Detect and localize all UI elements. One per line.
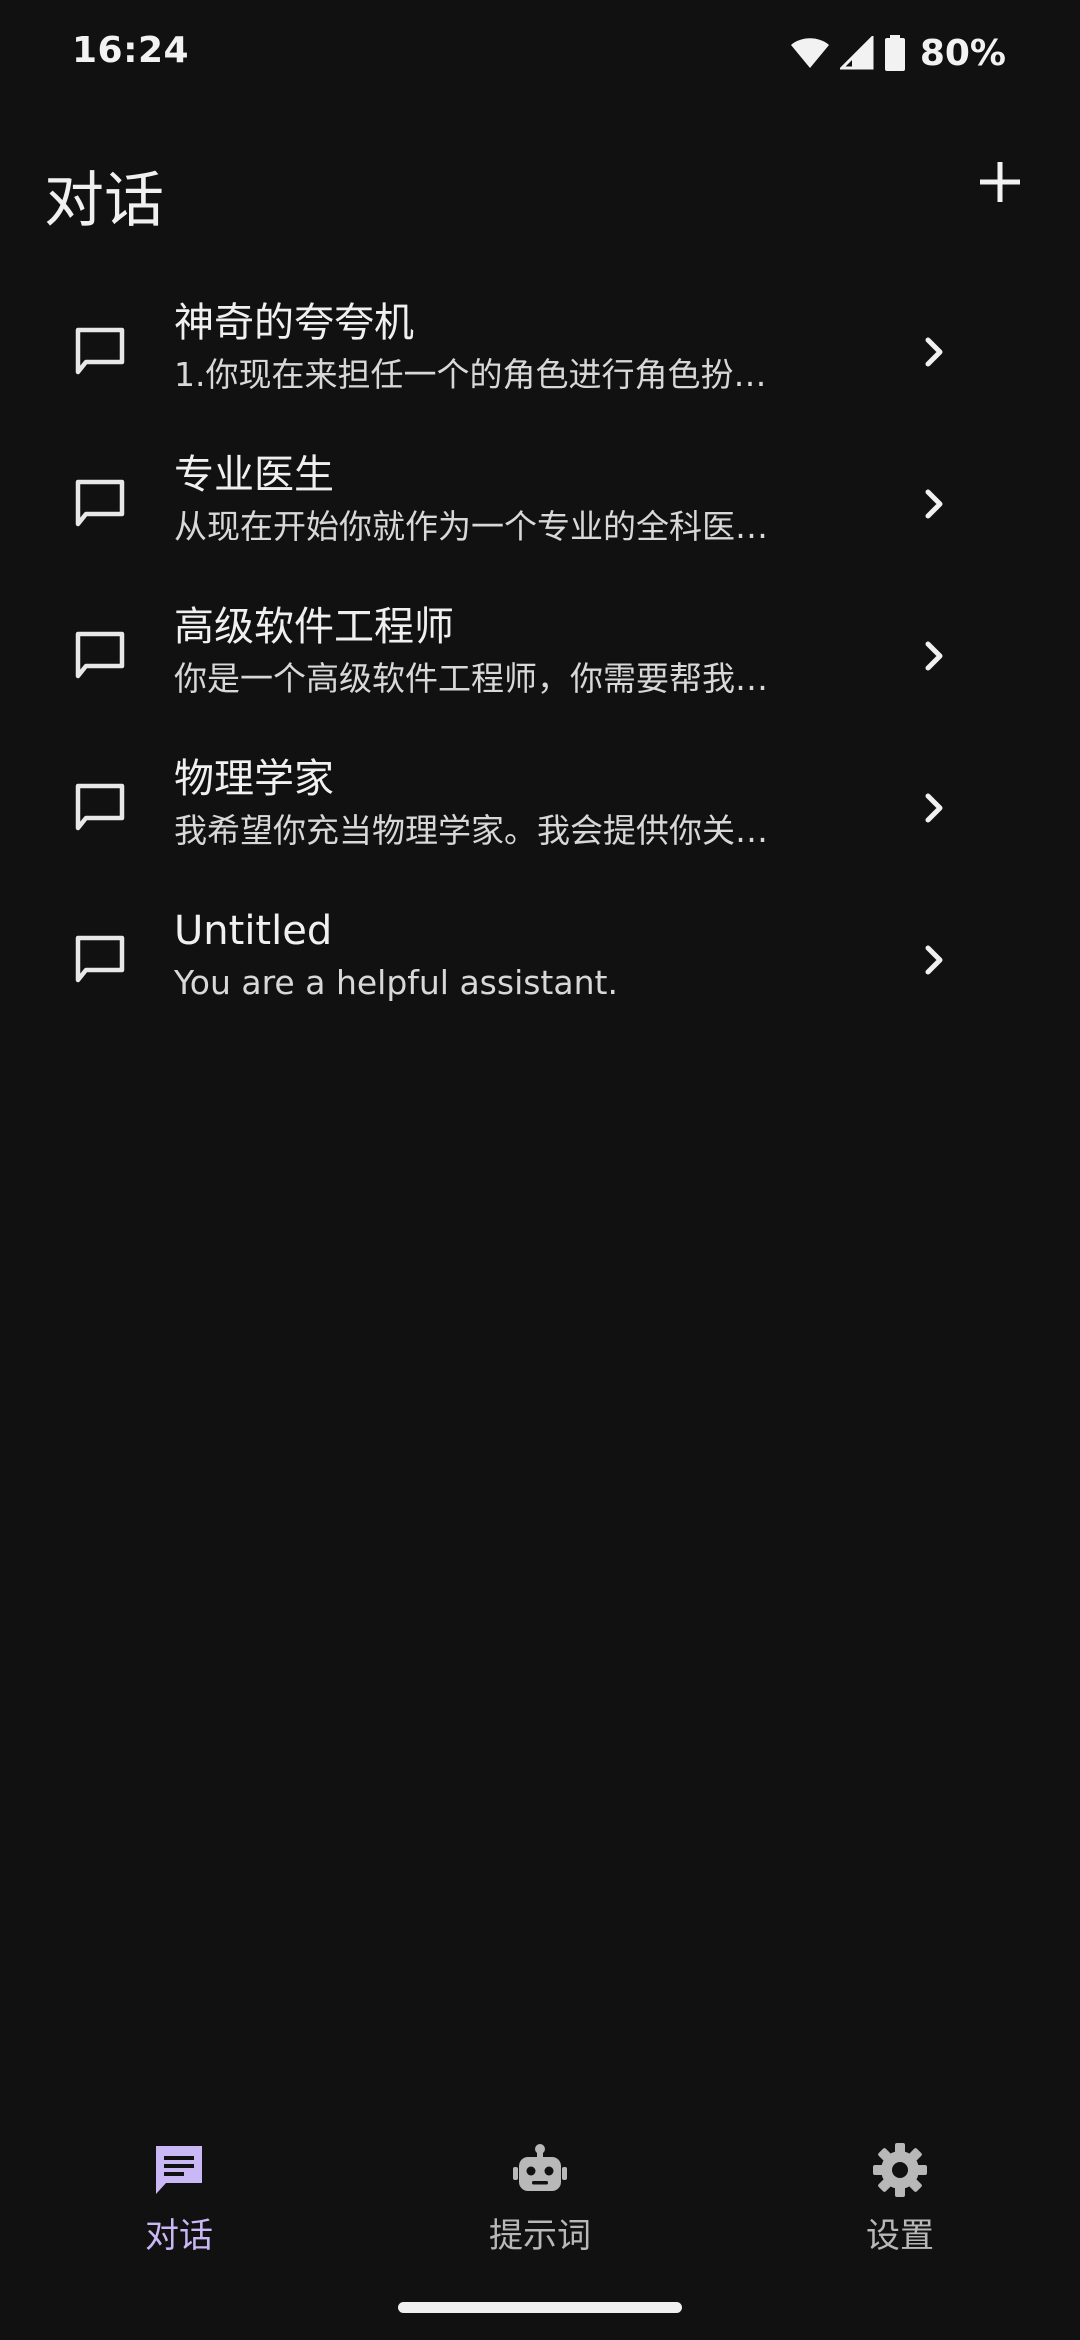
conversation-list: 神奇的夸夸机 1.你现在来担任一个的角色进行角色扮… 专业医生 从现在开始你就作… bbox=[0, 278, 1080, 1038]
cell-signal-icon bbox=[839, 36, 874, 70]
chevron-right-icon bbox=[912, 330, 956, 374]
conversation-preview: 1.你现在来担任一个的角色进行角色扮… bbox=[174, 355, 767, 394]
conversation-title: 高级软件工程师 bbox=[174, 604, 454, 650]
chat-bubble-icon bbox=[70, 930, 130, 990]
conversation-text: 神奇的夸夸机 1.你现在来担任一个的角色进行角色扮… bbox=[174, 296, 854, 400]
chevron-right-icon bbox=[912, 482, 956, 526]
conversation-preview: You are a helpful assistant. bbox=[174, 963, 618, 1002]
conversation-item[interactable]: 高级软件工程师 你是一个高级软件工程师，你需要帮我… bbox=[0, 582, 1080, 734]
battery-percent: 80% bbox=[919, 32, 1006, 74]
chat-bubble-icon bbox=[70, 626, 130, 686]
status-icons: 80% bbox=[790, 30, 1006, 76]
conversation-preview: 你是一个高级软件工程师，你需要帮我… bbox=[174, 659, 768, 698]
conversation-title: Untitled bbox=[174, 908, 333, 954]
app-screen: 16:24 80% 对话 神奇的夸夸机 1.你现在来担任一个的角色进行角色扮… … bbox=[0, 0, 1080, 2340]
conversation-item[interactable]: 专业医生 从现在开始你就作为一个专业的全科医… bbox=[0, 430, 1080, 582]
conversation-item[interactable]: 神奇的夸夸机 1.你现在来担任一个的角色进行角色扮… bbox=[0, 278, 1080, 430]
page-title: 对话 bbox=[44, 166, 164, 236]
nav-label: 对话 bbox=[145, 2216, 213, 2256]
conversation-item[interactable]: 物理学家 我希望你充当物理学家。我会提供你关… bbox=[0, 734, 1080, 886]
robot-icon bbox=[510, 2140, 570, 2200]
nav-tab-conversations[interactable]: 对话 bbox=[59, 2140, 299, 2290]
chat-icon bbox=[149, 2140, 209, 2200]
status-time: 16:24 bbox=[72, 30, 190, 71]
chat-bubble-icon bbox=[70, 778, 130, 838]
chat-bubble-icon bbox=[70, 322, 130, 382]
add-conversation-button[interactable] bbox=[958, 142, 1042, 226]
chevron-right-icon bbox=[912, 938, 956, 982]
conversation-text: 物理学家 我希望你充当物理学家。我会提供你关… bbox=[174, 752, 854, 856]
conversation-title: 专业医生 bbox=[174, 452, 334, 498]
nav-tab-prompts[interactable]: 提示词 bbox=[420, 2140, 660, 2290]
nav-tab-settings[interactable]: 设置 bbox=[780, 2140, 1020, 2290]
home-indicator[interactable] bbox=[398, 2302, 682, 2313]
nav-label: 设置 bbox=[866, 2216, 934, 2256]
conversation-text: 专业医生 从现在开始你就作为一个专业的全科医… bbox=[174, 448, 854, 552]
plus-icon bbox=[978, 160, 1022, 208]
chevron-right-icon bbox=[912, 634, 956, 678]
conversation-title: 物理学家 bbox=[174, 756, 334, 802]
conversation-title: 神奇的夸夸机 bbox=[174, 300, 414, 346]
battery-icon bbox=[884, 35, 906, 71]
wifi-icon bbox=[790, 37, 830, 69]
app-bar: 对话 bbox=[0, 120, 1080, 260]
chat-bubble-icon bbox=[70, 474, 130, 534]
conversation-text: Untitled You are a helpful assistant. bbox=[174, 904, 854, 1008]
status-bar: 16:24 80% bbox=[0, 0, 1080, 108]
conversation-preview: 从现在开始你就作为一个专业的全科医… bbox=[174, 507, 768, 546]
gear-icon bbox=[870, 2140, 930, 2200]
conversation-text: 高级软件工程师 你是一个高级软件工程师，你需要帮我… bbox=[174, 600, 854, 704]
nav-label: 提示词 bbox=[489, 2216, 591, 2256]
conversation-item[interactable]: Untitled You are a helpful assistant. bbox=[0, 886, 1080, 1038]
chevron-right-icon bbox=[912, 786, 956, 830]
conversation-preview: 我希望你充当物理学家。我会提供你关… bbox=[174, 811, 768, 850]
